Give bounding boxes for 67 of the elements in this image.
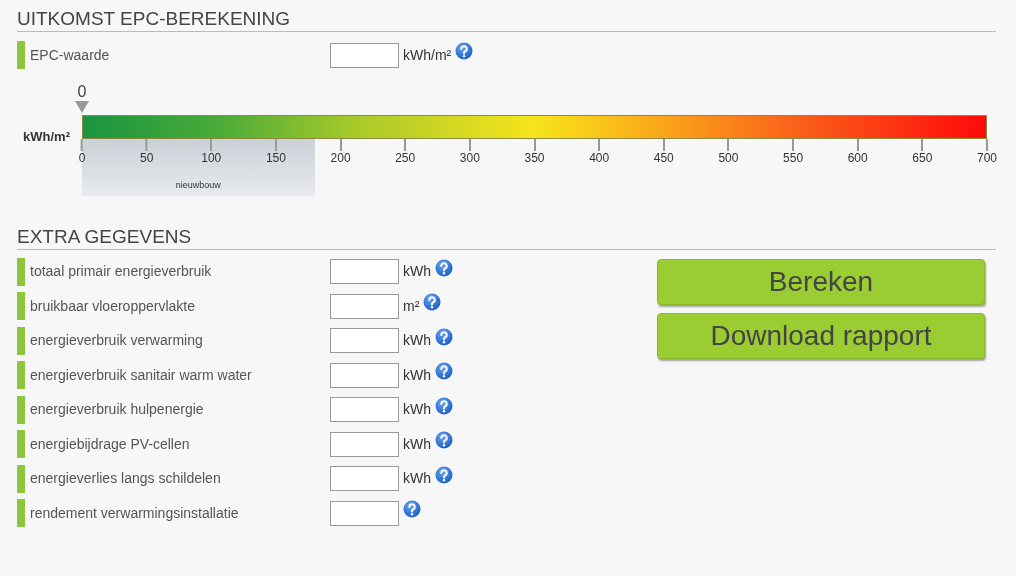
- field-label: energieverlies langs schildelen: [30, 469, 221, 489]
- field-label: energieverbruik hulpenergie: [30, 400, 204, 420]
- field-label: energiebijdrage PV-cellen: [30, 434, 190, 454]
- tick-label: 0: [78, 150, 86, 165]
- tick-label: 300: [459, 150, 480, 165]
- field-label: energieverbruik sanitair warm water: [30, 365, 252, 385]
- help-icon[interactable]: [403, 500, 421, 519]
- tick-label: 200: [330, 150, 351, 165]
- field-label: totaal primair energieverbruik: [30, 262, 212, 282]
- help-icon[interactable]: [423, 293, 442, 312]
- unit-label: kWh/m²: [403, 45, 452, 65]
- help-icon[interactable]: [435, 396, 453, 415]
- label-marker: [17, 361, 25, 390]
- label-marker: [17, 464, 25, 493]
- tick-label: 100: [201, 150, 222, 165]
- input-field[interactable]: [330, 259, 399, 285]
- section-title: EXTRA GEGEVENS: [17, 225, 193, 248]
- field-label: bruikbaar vloeroppervlakte: [30, 296, 195, 316]
- field-label: rendement verwarmingsinstallatie: [30, 503, 239, 523]
- unit-label: kWh: [403, 262, 431, 282]
- tick-label: 400: [589, 150, 610, 165]
- zone-label: nieuwbouw: [175, 178, 221, 192]
- tick-label: 500: [718, 150, 739, 165]
- label-marker: [17, 430, 25, 459]
- help-icon[interactable]: [435, 362, 453, 381]
- tick-label: 50: [139, 150, 154, 165]
- input-field[interactable]: [330, 466, 399, 492]
- help-icon[interactable]: [435, 258, 453, 277]
- label-marker: [17, 326, 25, 355]
- input-field[interactable]: [330, 42, 399, 68]
- tick-label: 150: [265, 150, 286, 165]
- input-field[interactable]: [330, 431, 399, 457]
- input-field[interactable]: [330, 328, 399, 354]
- help-icon[interactable]: [435, 431, 453, 450]
- tick-label: 600: [847, 150, 868, 165]
- tick-label: 700: [977, 150, 997, 165]
- tick-label: 550: [783, 150, 804, 165]
- help-icon[interactable]: [435, 327, 453, 346]
- label-marker: [17, 257, 25, 286]
- label-marker: [17, 499, 25, 528]
- unit-label: kWh: [403, 469, 431, 489]
- pointer-icon: [75, 100, 89, 113]
- input-field[interactable]: [330, 293, 399, 319]
- section-title: UITKOMST EPC-BEREKENING: [17, 8, 292, 30]
- marker-value: 0: [77, 82, 87, 101]
- help-icon[interactable]: [435, 465, 453, 484]
- input-field[interactable]: [330, 397, 399, 423]
- input-field[interactable]: [330, 500, 399, 526]
- unit-label: kWh: [403, 331, 431, 351]
- tick-label: 650: [912, 150, 933, 165]
- tick-label: 450: [653, 150, 674, 165]
- help-icon[interactable]: [455, 42, 474, 61]
- input-field[interactable]: [330, 362, 399, 388]
- axis-label: kWh/m²: [22, 127, 71, 146]
- field-label: EPC-waarde: [30, 45, 110, 65]
- label-marker: [17, 41, 25, 70]
- label-marker: [17, 292, 25, 321]
- action-button[interactable]: Download rapport: [657, 312, 985, 359]
- tick-label: 350: [524, 150, 545, 165]
- label-marker: [17, 395, 25, 424]
- unit-label: kWh: [403, 365, 431, 385]
- unit-label: kWh: [403, 434, 431, 454]
- field-label: energieverbruik verwarming: [30, 331, 203, 351]
- unit-label: kWh: [403, 400, 431, 420]
- action-button[interactable]: Bereken: [657, 258, 985, 305]
- tick-label: 250: [395, 150, 416, 165]
- unit-label: m²: [403, 296, 420, 316]
